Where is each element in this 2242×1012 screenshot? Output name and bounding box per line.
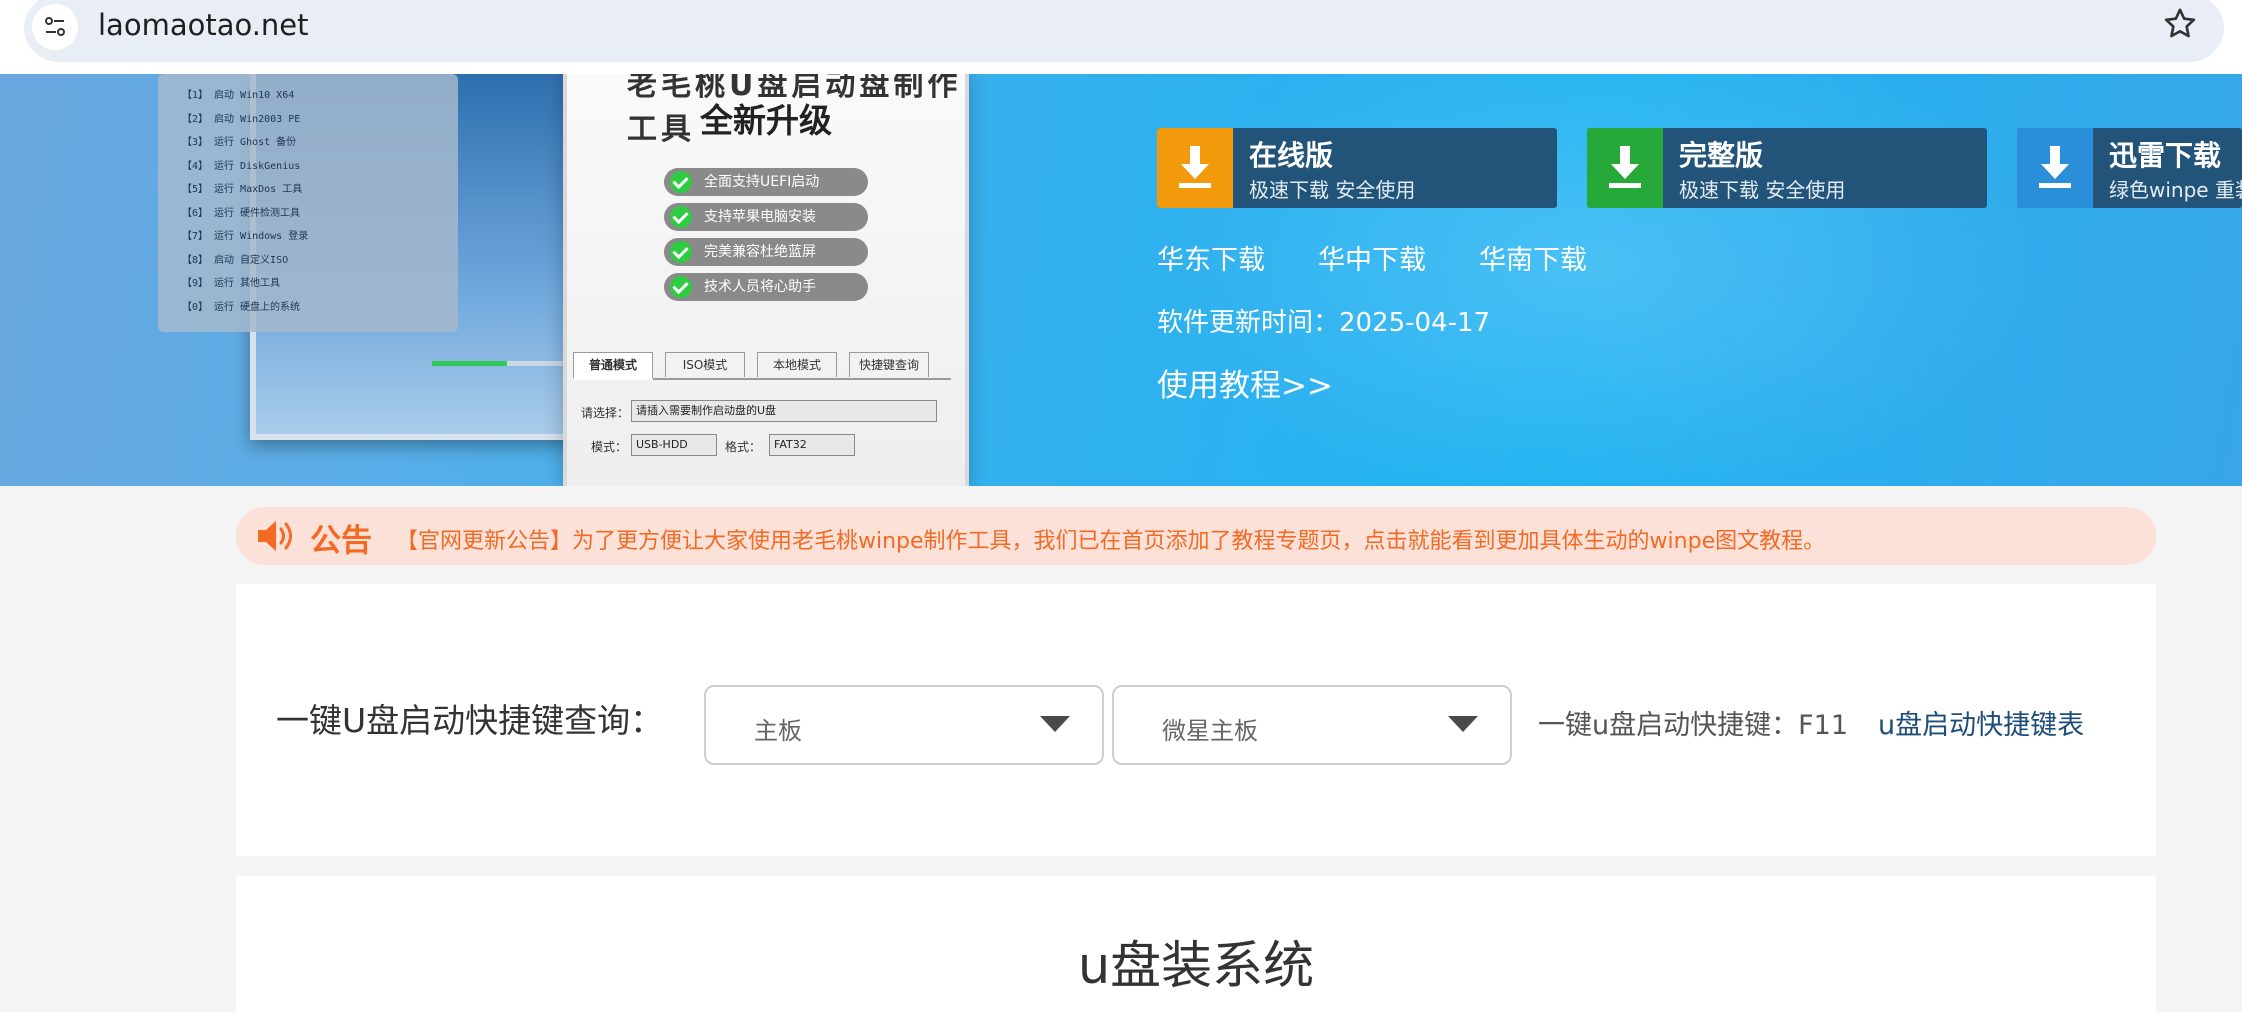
chevron-down-icon: [1040, 716, 1070, 732]
site-info-icon[interactable]: [32, 4, 78, 50]
full-version-download-button[interactable]: 完整版 极速下载 安全使用: [1587, 128, 1987, 208]
tool-tab: 本地模式: [757, 352, 837, 377]
boot-menu-item: 【2】 启动 Win2003 PE: [182, 113, 301, 125]
feature-pill: 支持苹果电脑安装: [664, 203, 868, 231]
address-bar[interactable]: laomaotao.net: [24, 0, 2224, 62]
shortcut-query-card: 一键U盘启动快捷键查询： 主板 微星主板 一键u盘启动快捷键：F11 u盘启动快…: [236, 584, 2156, 856]
category-select-value: 主板: [754, 717, 802, 745]
online-version-download-button[interactable]: 在线版 极速下载 安全使用: [1157, 128, 1557, 208]
category-select[interactable]: 主板: [704, 685, 1104, 765]
boot-menu-item: 【8】 启动 自定义ISO: [182, 254, 289, 266]
boot-menu: 【1】 启动 Win10 X64 【2】 启动 Win2003 PE 【3】 运…: [158, 74, 458, 332]
download-title: 在线版: [1249, 139, 1334, 172]
tool-mode-select: USB-HDD: [631, 434, 717, 456]
speaker-icon: [258, 521, 292, 551]
tool-format-select: FAT32: [769, 434, 855, 456]
mirror-link-central[interactable]: 华中下载: [1318, 238, 1426, 277]
update-time: 软件更新时间：2025-04-17: [1157, 308, 1491, 338]
boot-screen-window: 【1】 启动 Win10 X64 【2】 启动 Win2003 PE 【3】 运…: [158, 74, 602, 440]
check-icon: [670, 206, 692, 228]
shortcut-table-link[interactable]: u盘启动快捷键表: [1878, 703, 2084, 742]
announcement-text[interactable]: 【官网更新公告】为了更方便让大家使用老毛桃winpe制作工具，我们已在首页添加了…: [396, 523, 1825, 555]
section-title: u盘装系统: [1077, 937, 1315, 996]
tool-window-title: 全新升级: [700, 101, 832, 140]
bookmark-star-icon[interactable]: [2160, 4, 2200, 44]
download-icon: [1587, 128, 1663, 208]
feature-pill: 全面支持UEFI启动: [664, 168, 868, 196]
shortcut-result: 一键u盘启动快捷键：F11: [1538, 710, 1848, 741]
boot-menu-item: 【0】 运行 硬盘上的系统: [182, 301, 301, 313]
tool-window-tabs: 普通模式 ISO模式 本地模式 快捷键查询: [573, 352, 951, 380]
boot-menu-item: 【9】 运行 其他工具: [182, 278, 281, 289]
mirror-link-south[interactable]: 华南下载: [1479, 238, 1587, 277]
chevron-down-icon: [1448, 716, 1478, 732]
download-subtitle: 极速下载 安全使用: [1679, 178, 1846, 202]
usb-install-section: u盘装系统: [236, 876, 2156, 1012]
boot-menu-item: 【7】 运行 Windows 登录: [182, 231, 309, 242]
tool-window-screenshot: 老毛桃U盘启动盘制作工具 全新升级 全面支持UEFI启动 支持苹果电脑安装 完美…: [563, 74, 969, 486]
boot-progress-bar: [432, 361, 582, 366]
download-title: 完整版: [1679, 139, 1764, 172]
tool-tab: 快捷键查询: [849, 352, 929, 377]
check-icon: [670, 171, 692, 193]
shortcut-query-label: 一键U盘启动快捷键查询：: [276, 701, 664, 740]
check-icon: [670, 241, 692, 263]
announcement-label: 公告: [310, 523, 372, 559]
url-text[interactable]: laomaotao.net: [98, 8, 309, 42]
download-icon: [1157, 128, 1233, 208]
tool-tab: ISO模式: [665, 352, 745, 377]
boot-menu-item: 【6】 运行 硬件检测工具: [182, 207, 301, 219]
boot-menu-item: 【1】 启动 Win10 X64: [182, 90, 295, 101]
download-subtitle: 极速下载 安全使用: [1249, 178, 1416, 202]
brand-select-value: 微星主板: [1162, 717, 1258, 745]
tool-mode-label: 模式：: [591, 440, 628, 454]
feature-pill: 技术人员将心助手: [664, 273, 868, 301]
feature-pill: 完美兼容杜绝蓝屏: [664, 238, 868, 266]
download-icon: [2017, 128, 2093, 208]
hero-banner: 【1】 启动 Win10 X64 【2】 启动 Win2003 PE 【3】 运…: [0, 74, 2242, 486]
download-subtitle: 绿色winpe 重装: [2109, 178, 2242, 202]
tool-format-label: 格式：: [725, 440, 762, 454]
boot-menu-item: 【3】 运行 Ghost 备份: [182, 137, 297, 148]
mirror-link-east[interactable]: 华东下载: [1157, 238, 1265, 277]
check-icon: [670, 276, 692, 298]
download-title: 迅雷下载: [2109, 139, 2222, 172]
browser-toolbar: laomaotao.net: [0, 0, 2242, 74]
boot-menu-item: 【5】 运行 MaxDos 工具: [182, 184, 303, 195]
tool-usb-select: 请插入需要制作启动盘的U盘: [631, 400, 937, 422]
announcement-bar: 公告 【官网更新公告】为了更方便让大家使用老毛桃winpe制作工具，我们已在首页…: [236, 507, 2156, 565]
tool-tab: 普通模式: [573, 352, 653, 380]
tutorial-link[interactable]: 使用教程>>: [1157, 360, 1333, 405]
boot-menu-item: 【4】 运行 DiskGenius: [182, 160, 301, 172]
brand-select[interactable]: 微星主板: [1112, 685, 1512, 765]
tool-select-label: 请选择：: [581, 406, 630, 420]
thunder-download-button[interactable]: 迅雷下载 绿色winpe 重装: [2017, 128, 2242, 208]
